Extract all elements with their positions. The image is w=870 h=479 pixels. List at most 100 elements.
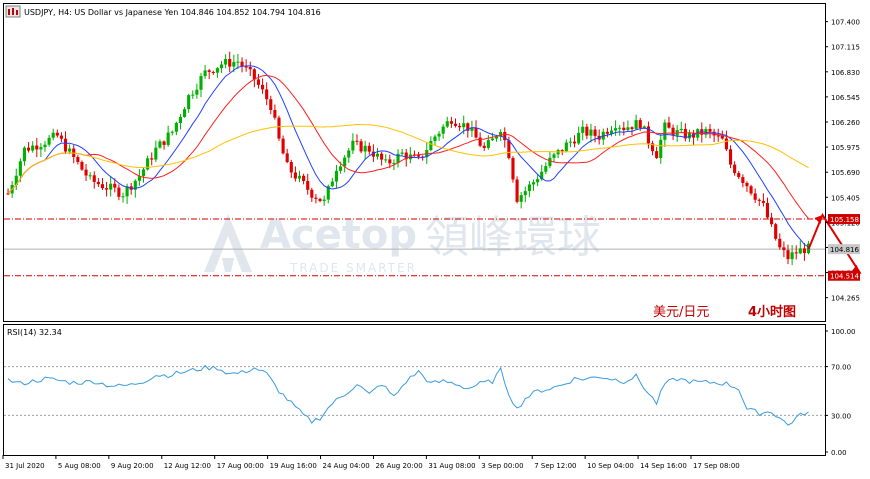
candle-body [269,99,273,111]
candle-body [330,181,334,187]
candle-body [232,61,236,67]
candle-body [252,69,256,80]
candle-body [531,182,536,185]
price-tick-label: 107.115 [831,44,860,52]
candle-body [441,126,445,134]
support-price-tag: 104.514 [828,270,860,281]
candle-body [306,181,310,190]
time-tick-label: 12 Aug 12:00 [164,462,211,470]
candle-body [289,162,293,173]
candle-body [211,71,215,73]
candle-body [585,126,589,136]
candle-body [679,128,683,131]
candle-body [215,68,219,73]
candle-body [150,158,154,160]
candle-body [507,140,511,159]
candle-body [273,110,277,118]
candle-body [745,182,749,187]
candle-body [6,193,10,195]
candle-body [367,145,371,152]
current-price-tag: 104.816 [828,244,860,255]
candle-body [55,132,59,136]
candle-body [618,127,622,129]
candle-body [92,175,96,182]
candle-body [31,145,35,151]
candle-body [527,184,531,192]
watermark-tagline: TRADE SMARTER [289,261,417,275]
candle-body [338,166,343,171]
candle-body [626,127,630,131]
candle-body [22,147,27,162]
candle-body [388,159,392,164]
rsi-tick-label: 0.00 [831,449,847,457]
candle-body [741,177,745,183]
candle [774,222,778,241]
candle-body [757,199,761,201]
rsi-title: RSI(14) 32.34 [7,328,62,337]
candle-body [794,252,798,254]
candle [511,156,515,183]
candle-body [228,58,232,67]
candle-body [80,161,84,170]
candle-body [749,186,753,194]
candle-body [458,125,462,128]
time-tick-label: 9 Aug 20:00 [111,462,154,470]
price-tick-label: 106.260 [831,119,860,127]
candle-body [261,84,265,90]
candle-body [154,147,158,160]
candle-body [359,141,363,152]
candle-body [568,141,572,143]
candle-body [482,145,486,148]
candle-body [293,172,297,179]
candle-body [35,145,39,150]
candle-body [753,193,757,200]
candle-body [429,141,433,151]
candle-body [174,122,178,132]
candle-body [671,127,675,136]
candle [277,115,281,141]
candle-body [802,248,806,254]
candle-body [191,94,195,96]
candle-body [659,139,663,158]
candle-body [318,198,322,201]
candle-body [363,145,367,152]
current-price-tag-label: 104.816 [830,246,859,254]
candle-body [302,175,306,182]
time-tick-label: 19 Aug 16:00 [270,462,317,470]
trading-chart: USDJPY, H4: US Dollar vs Japanese Yen 10… [0,0,870,475]
candle-body [622,127,626,131]
candle-body [109,183,113,190]
candle-body [605,131,609,134]
candle-body [437,133,441,137]
candle-body [219,64,224,69]
candle-body [536,179,540,183]
candle-body [433,136,437,142]
candle-body [515,179,519,202]
symbol-info: USDJPY, H4: US Dollar vs Japanese Yen 10… [24,8,321,17]
candle-body [343,157,347,167]
rsi-tick-label: 70.00 [831,364,851,372]
candle-body [449,121,453,124]
time-tick-label: 7 Sep 12:00 [534,462,576,470]
candle-body [384,159,388,161]
candle-body [572,141,577,144]
candle-body [490,138,495,141]
candle-body [782,247,786,251]
candle-body [256,79,261,85]
time-tick-label: 5 Aug 08:00 [58,462,101,470]
candle-body [552,154,556,158]
candle-body [474,127,478,138]
support-price-tag-label: 104.514 [830,273,859,281]
time-tick-label: 3 Sep 00:00 [481,462,523,470]
candle-body [334,170,339,182]
candle-body [207,70,211,72]
candle-body [314,197,318,199]
candle-body [322,199,326,201]
rsi-panel-frame [3,324,826,456]
candle-body [265,89,269,100]
time-tick-label: 24 Aug 04:00 [323,462,370,470]
candle [80,160,84,171]
candle-body [277,117,281,139]
candle-body [400,152,404,154]
candle-body [310,189,314,198]
